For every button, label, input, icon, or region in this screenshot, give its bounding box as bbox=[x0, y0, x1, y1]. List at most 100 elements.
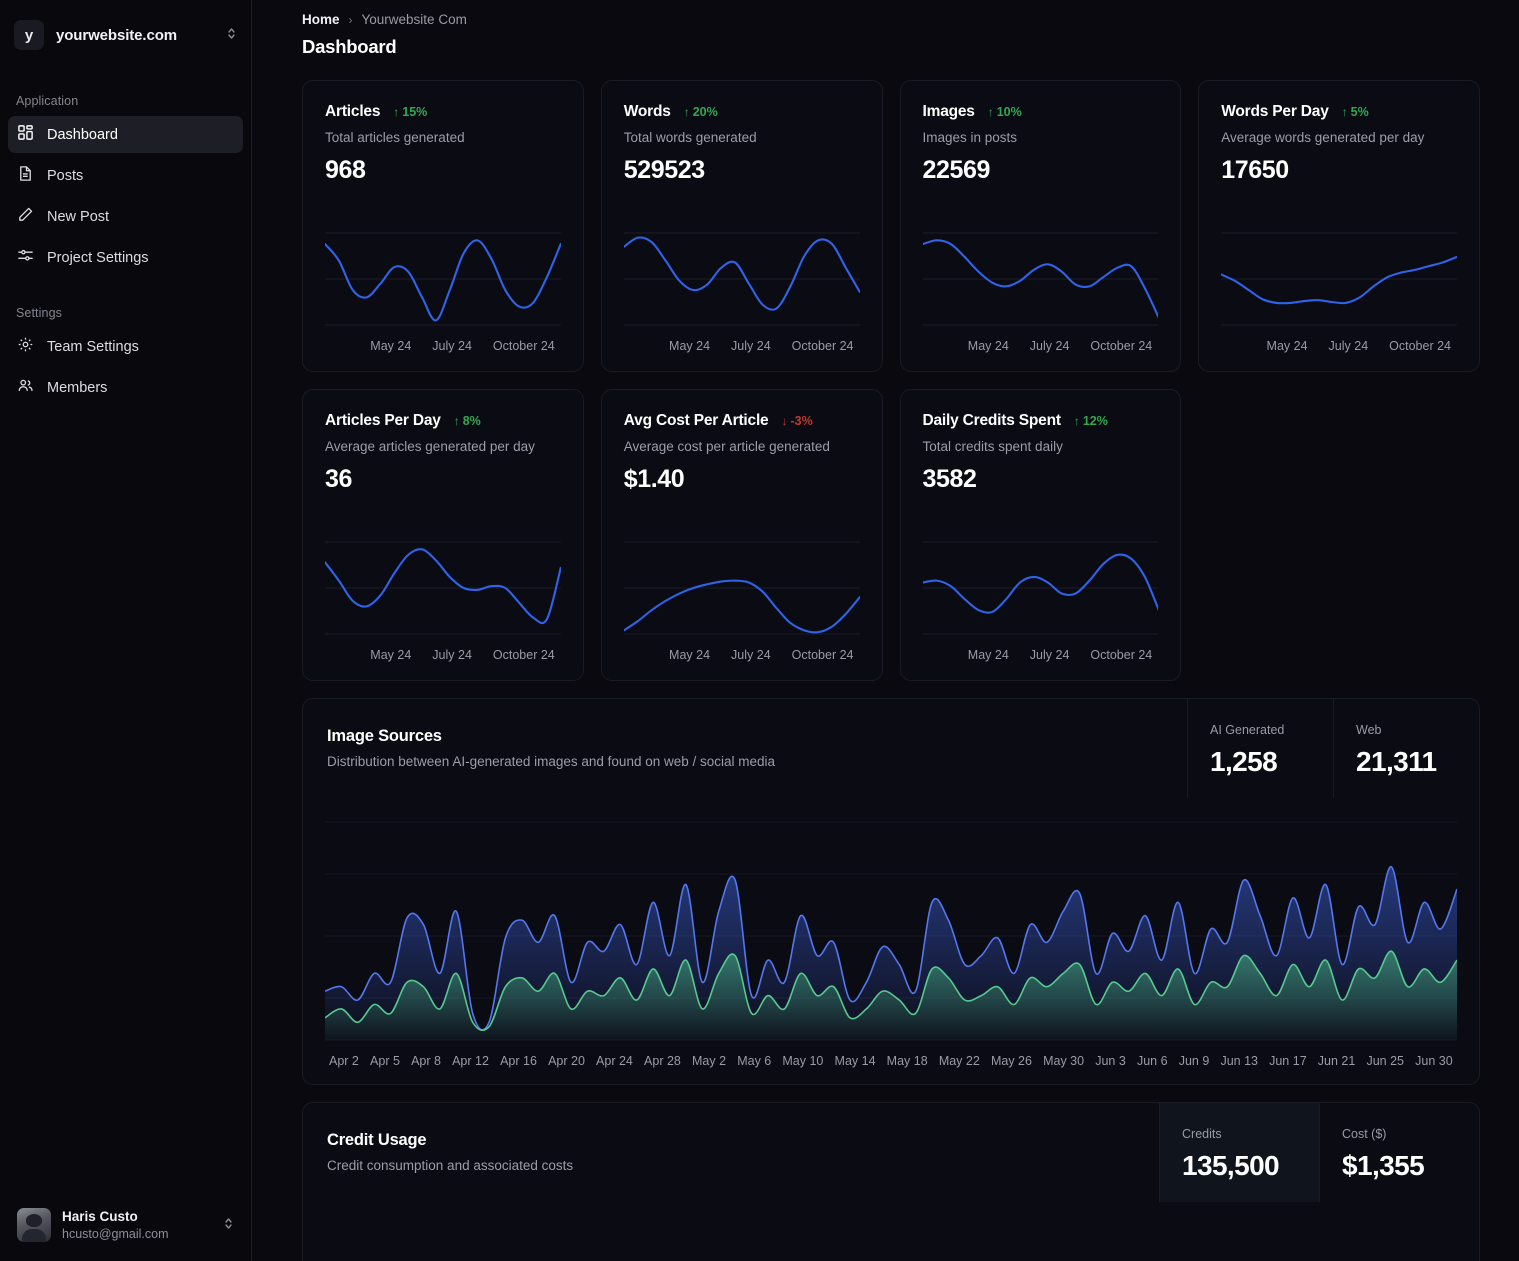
axis-tick-label: May 18 bbox=[886, 1054, 928, 1068]
user-info: Haris Custo hcusto@gmail.com bbox=[62, 1208, 212, 1243]
breadcrumb-home[interactable]: Home bbox=[302, 12, 340, 27]
stat-card[interactable]: Words Per Day ↑ 5% Average words generated … bbox=[1198, 80, 1480, 372]
stat-cost[interactable]: Cost ($) $1,355 bbox=[1319, 1103, 1479, 1202]
stat-card-title: Words bbox=[623, 103, 671, 120]
axis-tick-label: October 24 bbox=[1090, 339, 1153, 353]
stat-card-delta-badge: ↓ -3% bbox=[781, 414, 812, 428]
nav-group-settings: Settings Team Settings Members bbox=[0, 306, 251, 406]
document-icon bbox=[17, 165, 34, 186]
stat-card-value: $1.40 bbox=[623, 465, 685, 493]
stat-ai-generated[interactable]: AI Generated 1,258 bbox=[1187, 699, 1333, 798]
area-chart-x-axis: Apr 2 Apr 5 Apr 8 Apr 12 Apr 16 Apr 20 Apr 24 A… bbox=[325, 1054, 1457, 1068]
sidebar-item-posts[interactable]: Posts bbox=[8, 157, 243, 194]
axis-tick-label: July 24 bbox=[731, 339, 771, 353]
sidebar-item-team-settings[interactable]: Team Settings bbox=[8, 328, 243, 365]
axis-tick-label: Jun 17 bbox=[1269, 1054, 1307, 1068]
stat-card-delta-badge: ↑ 5% bbox=[1342, 105, 1369, 119]
panel-title: Image Sources bbox=[327, 727, 442, 745]
user-name: Haris Custo bbox=[62, 1208, 138, 1224]
stat-card-subtitle: Total articles generated bbox=[325, 130, 465, 145]
stat-card-subtitle: Average articles generated per day bbox=[325, 439, 535, 454]
axis-tick-label: May 24 bbox=[1266, 339, 1308, 353]
sparkline-x-axis: May 24 July 24 October 24 bbox=[325, 648, 561, 662]
stat-card-delta-value: 5% bbox=[1350, 105, 1369, 119]
users-icon bbox=[17, 377, 34, 398]
image-sources-area-chart[interactable] bbox=[325, 812, 1457, 1048]
stat-card-delta-value: 10% bbox=[996, 105, 1022, 119]
stat-card[interactable]: Images ↑ 10% Images in posts 22569 May 24 July… bbox=[899, 80, 1182, 372]
stat-card[interactable]: Articles ↑ 15% Total articles generated 968 M… bbox=[302, 80, 584, 372]
image-sources-titles: Image Sources Distribution between AI-ge… bbox=[303, 699, 1187, 798]
sliders-icon bbox=[17, 247, 34, 268]
stat-card-delta-value: 15% bbox=[402, 105, 428, 119]
axis-tick-label: July 24 bbox=[432, 339, 472, 353]
stat-card-delta-badge: ↑ 8% bbox=[454, 414, 481, 428]
arrow-up-icon: ↑ bbox=[393, 105, 400, 119]
sidebar: y yourwebsite.com Application Dashboard bbox=[0, 0, 252, 1261]
sparkline-wrapper: May 24 July 24 October 24 bbox=[325, 536, 561, 662]
stat-card-delta-badge: ↑ 15% bbox=[393, 105, 427, 119]
axis-tick-label: October 24 bbox=[1389, 339, 1451, 353]
axis-tick-label: May 22 bbox=[938, 1054, 980, 1068]
stat-card[interactable]: Daily Credits Spent ↑ 12% Total credits spe… bbox=[899, 389, 1182, 681]
axis-tick-label: Jun 6 bbox=[1136, 1054, 1168, 1068]
grid-filler bbox=[1198, 389, 1480, 681]
stat-card[interactable]: Articles Per Day ↑ 8% Average articles gene… bbox=[302, 389, 584, 681]
sidebar-item-dashboard[interactable]: Dashboard bbox=[8, 116, 243, 153]
arrow-up-icon: ↑ bbox=[683, 105, 690, 119]
axis-tick-label: July 24 bbox=[1029, 339, 1070, 353]
sparkline-chart bbox=[1221, 232, 1457, 326]
workspace-switcher[interactable]: y yourwebsite.com bbox=[0, 0, 251, 56]
sparkline-chart bbox=[623, 541, 860, 635]
axis-tick-label: October 24 bbox=[791, 648, 854, 662]
sparkline-path bbox=[923, 555, 1159, 613]
user-account-switcher[interactable]: Haris Custo hcusto@gmail.com bbox=[8, 1200, 243, 1251]
image-sources-panel: Image Sources Distribution between AI-ge… bbox=[302, 698, 1480, 1085]
credit-usage-header: Credit Usage Credit consumption and asso… bbox=[303, 1103, 1479, 1202]
sidebar-item-label: Members bbox=[47, 379, 108, 396]
axis-tick-label: Jun 30 bbox=[1415, 1054, 1453, 1068]
stat-value: 1,258 bbox=[1210, 746, 1278, 777]
stat-credits[interactable]: Credits 135,500 bbox=[1159, 1103, 1319, 1202]
stat-card[interactable]: Avg Cost Per Article ↓ -3% Average cost per… bbox=[600, 389, 883, 681]
chevron-updown-icon[interactable] bbox=[226, 26, 237, 44]
stat-card-title: Words Per Day bbox=[1221, 103, 1329, 120]
breadcrumb-current: Yourwebsite Com bbox=[361, 12, 467, 27]
axis-tick-label: October 24 bbox=[492, 648, 555, 662]
stat-card-subtitle: Total credits spent daily bbox=[922, 439, 1063, 454]
sparkline-x-axis: May 24 July 24 October 24 bbox=[923, 339, 1159, 353]
chevron-updown-icon[interactable] bbox=[223, 1216, 234, 1234]
axis-tick-label: Apr 2 bbox=[329, 1054, 359, 1068]
sparkline-x-axis: May 24 July 24 October 24 bbox=[325, 339, 561, 353]
stat-card-header: Articles Per Day ↑ 8% bbox=[325, 412, 561, 430]
sparkline-wrapper: May 24 July 24 October 24 bbox=[1221, 227, 1457, 353]
stat-card-title: Articles bbox=[325, 103, 381, 120]
axis-tick-label: Apr 5 bbox=[370, 1054, 400, 1068]
arrow-up-icon: ↑ bbox=[453, 414, 460, 428]
sidebar-item-project-settings[interactable]: Project Settings bbox=[8, 239, 243, 276]
sidebar-item-members[interactable]: Members bbox=[8, 369, 243, 406]
axis-tick-label: May 24 bbox=[370, 648, 412, 662]
sparkline-chart bbox=[922, 541, 1159, 635]
stat-card-header: Avg Cost Per Article ↓ -3% bbox=[624, 412, 860, 430]
axis-tick-label: May 26 bbox=[990, 1054, 1032, 1068]
axis-tick-label: May 30 bbox=[1043, 1054, 1085, 1068]
stat-cards-grid: Articles ↑ 15% Total articles generated 968 M… bbox=[302, 80, 1480, 681]
stat-card-subtitle: Average words generated per day bbox=[1221, 130, 1425, 145]
stat-web[interactable]: Web 21,311 bbox=[1333, 699, 1479, 798]
main-content: Home › Yourwebsite Com Dashboard Article… bbox=[252, 0, 1519, 1261]
stat-card-delta-value: 20% bbox=[692, 105, 718, 119]
stat-card-value: 36 bbox=[325, 465, 353, 493]
sidebar-item-new-post[interactable]: New Post bbox=[8, 198, 243, 235]
stat-card-title: Daily Credits Spent bbox=[922, 412, 1062, 429]
stat-card[interactable]: Words ↑ 20% Total words generated 529523 May … bbox=[600, 80, 883, 372]
axis-tick-label: May 24 bbox=[669, 648, 711, 662]
image-sources-chart-body: Apr 2 Apr 5 Apr 8 Apr 12 Apr 16 Apr 20 Apr 24 A… bbox=[303, 798, 1479, 1084]
panel-subtitle: Distribution between AI-generated images… bbox=[327, 754, 776, 769]
axis-tick-label: May 6 bbox=[737, 1054, 772, 1068]
stat-card-delta-value: 8% bbox=[462, 414, 481, 428]
sparkline-x-axis: May 24 July 24 October 24 bbox=[923, 648, 1159, 662]
sparkline-wrapper: May 24 July 24 October 24 bbox=[922, 536, 1159, 662]
axis-tick-label: July 24 bbox=[432, 648, 472, 662]
sidebar-item-label: Dashboard bbox=[47, 126, 118, 143]
